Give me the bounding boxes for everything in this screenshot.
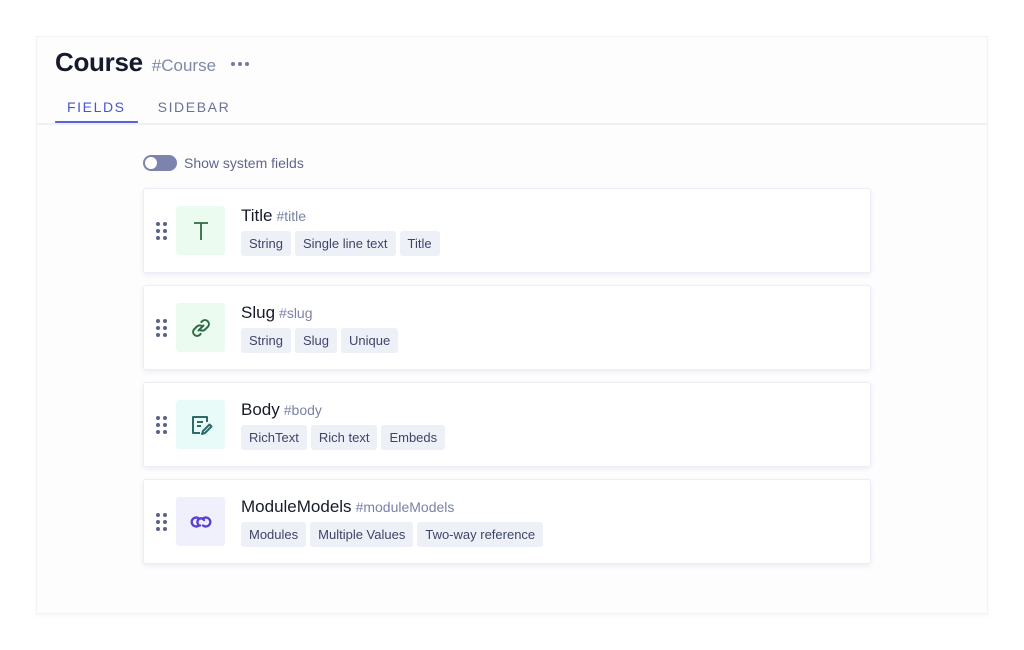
field-tag: String — [241, 230, 291, 256]
drag-handle-icon[interactable] — [156, 512, 167, 531]
field-tag: Modules — [241, 521, 307, 547]
field-api-id: #body — [283, 401, 322, 418]
field-tag: String — [241, 327, 291, 353]
tab-sidebar[interactable]: SIDEBAR — [146, 91, 243, 123]
model-header: Course #Course — [55, 47, 250, 78]
more-horizontal-icon[interactable] — [231, 62, 250, 66]
field-tag: Rich text — [310, 424, 378, 450]
model-title: Course — [55, 47, 143, 77]
field-name: ModuleModels — [241, 496, 352, 516]
field-tag: RichText — [241, 424, 307, 450]
field-name: Slug — [241, 302, 276, 322]
schema-model-panel: Course #Course FIELDS SIDEBAR Show syste… — [36, 36, 988, 614]
field-tag: Slug — [294, 327, 337, 353]
show-system-fields-toggle[interactable] — [143, 155, 177, 171]
field-api-id: #moduleModels — [355, 498, 455, 515]
field-card-body[interactable]: Body #body RichText Rich text Embeds — [143, 382, 871, 467]
tabs-divider — [37, 123, 987, 125]
field-name: Title — [241, 205, 273, 225]
drag-handle-icon[interactable] — [156, 221, 167, 240]
field-card-slug[interactable]: Slug #slug String Slug Unique — [143, 285, 871, 370]
field-name: Body — [241, 399, 280, 419]
field-api-id: #slug — [279, 304, 313, 321]
model-tabs: FIELDS SIDEBAR — [55, 91, 243, 124]
show-system-fields-toggle-row[interactable]: Show system fields — [143, 155, 304, 171]
field-card-modulemodels[interactable]: ModuleModels #moduleModels Modules Multi… — [143, 479, 871, 564]
field-list: Title #title String Single line text Tit… — [143, 188, 871, 576]
model-api-id: #Course — [151, 56, 217, 75]
field-tag: Single line text — [294, 230, 396, 256]
two-way-reference-icon — [176, 497, 225, 546]
field-tag: Multiple Values — [310, 521, 414, 547]
field-api-id: #title — [276, 207, 307, 224]
drag-handle-icon[interactable] — [156, 318, 167, 337]
link-icon — [176, 303, 225, 352]
field-card-title[interactable]: Title #title String Single line text Tit… — [143, 188, 871, 273]
text-t-icon — [176, 206, 225, 255]
show-system-fields-label: Show system fields — [184, 155, 304, 171]
drag-handle-icon[interactable] — [156, 415, 167, 434]
field-tag: Two-way reference — [417, 521, 544, 547]
field-tag: Title — [399, 230, 440, 256]
field-tag: Embeds — [381, 424, 446, 450]
field-tag: Unique — [341, 327, 399, 353]
tab-fields[interactable]: FIELDS — [55, 91, 138, 124]
rich-text-edit-icon — [176, 400, 225, 449]
